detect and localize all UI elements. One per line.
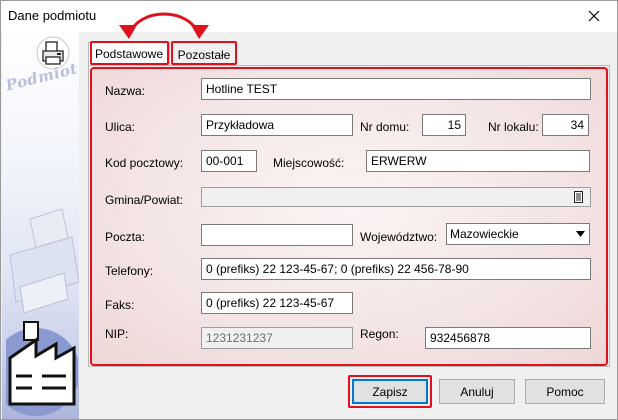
telefony-label: Telefony: (105, 264, 154, 278)
faks-input[interactable]: 0 (prefiks) 22 123-45-67 (201, 292, 353, 314)
nr-lokalu-label: Nr lokalu: (488, 120, 539, 134)
ulica-input[interactable]: Przykładowa (201, 114, 353, 136)
nr-lokalu-input[interactable]: 34 (542, 114, 589, 136)
title-bar: Dane podmiotu (1, 1, 617, 32)
swap-arrows-annotation (119, 12, 209, 39)
gmina-powiat-label: Gmina/Powiat: (105, 193, 184, 207)
regon-input[interactable]: 932456878 (425, 327, 591, 349)
dialog-window: Dane podmiotu Podmiot Podstawowe Pozosta… (0, 0, 618, 420)
save-button[interactable]: Zapisz (352, 379, 428, 404)
close-icon (588, 10, 600, 22)
poczta-input[interactable] (201, 224, 353, 246)
wojewodztwo-dropdown-button[interactable] (571, 224, 589, 244)
ulica-label: Ulica: (105, 120, 136, 134)
faks-label: Faks: (105, 298, 135, 312)
nip-input[interactable]: 1231231237 (201, 327, 353, 349)
poczta-label: Poczta: (105, 230, 146, 244)
tab-podstawowe-label: Podstawowe (94, 47, 164, 61)
wojewodztwo-select[interactable]: Mazowieckie (446, 223, 590, 245)
factory-icon (6, 321, 78, 416)
list-picker-icon (573, 191, 583, 203)
nip-label: NIP: (105, 327, 129, 341)
kod-pocztowy-label: Kod pocztowy: (105, 156, 184, 170)
kod-pocztowy-input[interactable]: 00-001 (201, 150, 257, 172)
wojewodztwo-label: Województwo: (360, 230, 438, 244)
tab-pozostale[interactable]: Pozostałe (171, 44, 237, 65)
sidebar-banner: Podmiot (2, 32, 79, 419)
wojewodztwo-value: Mazowieckie (450, 227, 519, 241)
gmina-picker-button[interactable] (571, 189, 585, 205)
gmina-powiat-input[interactable] (201, 187, 591, 207)
nazwa-label: Nazwa: (105, 84, 146, 98)
miejscowosc-label: Miejscowość: (273, 156, 345, 170)
regon-label: Regon: (360, 327, 399, 341)
help-button[interactable]: Pomoc (525, 379, 605, 404)
close-button[interactable] (573, 1, 615, 31)
nr-domu-label: Nr domu: (360, 120, 410, 134)
chevron-down-icon (575, 231, 585, 237)
tab-podstawowe[interactable]: Podstawowe (88, 42, 170, 65)
window-title: Dane podmiotu (8, 8, 97, 23)
nazwa-input[interactable]: Hotline TEST (201, 78, 591, 100)
miejscowosc-input[interactable]: ERWERW (366, 150, 590, 172)
telefony-input[interactable]: 0 (prefiks) 22 123-45-67; 0 (prefiks) 22… (201, 258, 591, 280)
cancel-button[interactable]: Anuluj (439, 379, 515, 404)
form-highlight (90, 67, 608, 366)
tab-pozostale-label: Pozostałe (177, 47, 231, 62)
nr-domu-input[interactable]: 15 (422, 114, 466, 136)
